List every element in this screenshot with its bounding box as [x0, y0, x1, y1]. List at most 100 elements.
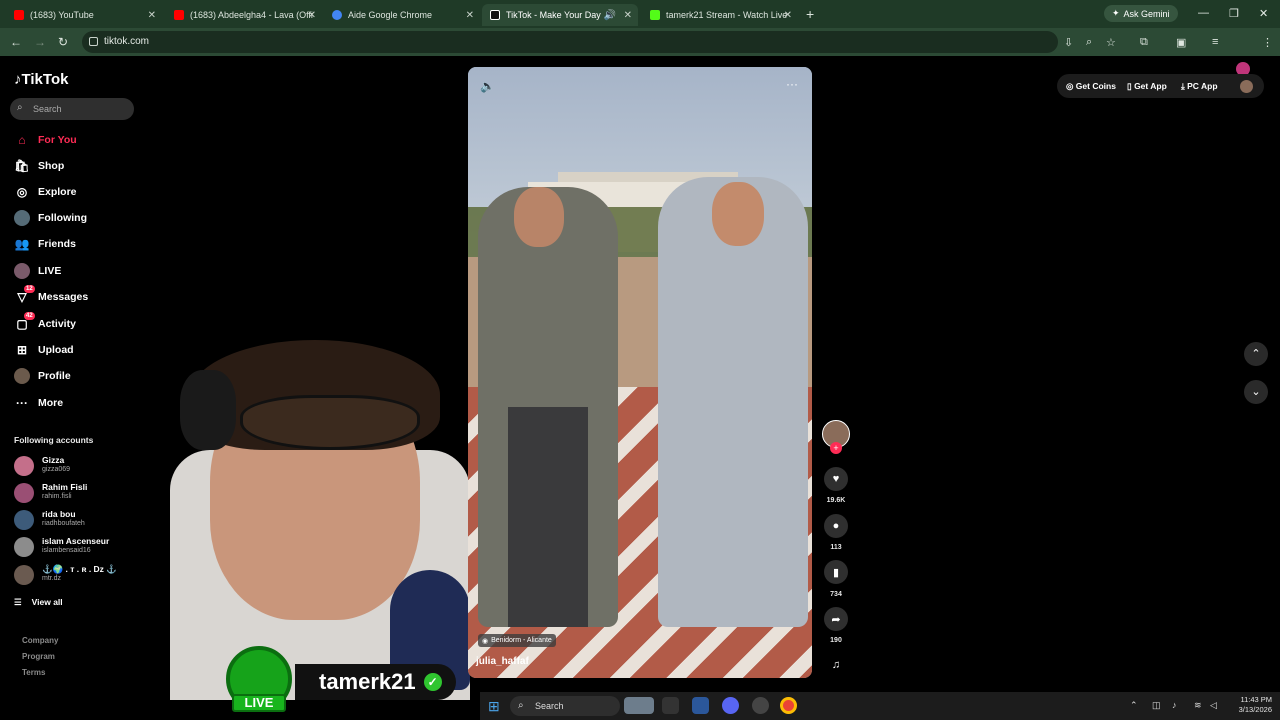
- youtube-icon: [14, 10, 24, 20]
- footer-link-terms[interactable]: Terms: [22, 668, 45, 677]
- bookmark-icon: ▮: [832, 566, 840, 579]
- tab-tiktok[interactable]: TikTok - Make Your Day 🔊 ✕: [482, 4, 638, 26]
- obs-icon[interactable]: [752, 697, 769, 714]
- video-person-right-head: [712, 182, 764, 246]
- previous-video-button[interactable]: ⌃: [1244, 342, 1268, 366]
- tray-chevron-icon[interactable]: ⌃: [1130, 700, 1138, 711]
- like-button[interactable]: ♥: [824, 467, 848, 491]
- tab-label: tamerk21 Stream - Watch Live: [666, 10, 788, 20]
- video-player[interactable]: 🔈 ··· ◉ Benidorm - Alicante julia_haffaf: [468, 67, 812, 678]
- window-close-button[interactable]: ✕: [1259, 7, 1268, 20]
- wifi-icon[interactable]: ≋: [1194, 700, 1202, 711]
- minimize-button[interactable]: —: [1198, 7, 1209, 19]
- close-icon[interactable]: ✕: [624, 10, 632, 21]
- tiktok-icon: [490, 10, 500, 20]
- footer-link-program[interactable]: Program: [22, 652, 55, 661]
- nav-more[interactable]: ··· More: [14, 394, 63, 412]
- heart-icon: ♥: [832, 473, 840, 485]
- close-icon[interactable]: ✕: [784, 10, 792, 21]
- nav-live[interactable]: LIVE: [14, 262, 61, 280]
- extensions-icon[interactable]: ⧉: [1140, 36, 1148, 49]
- live-label: LIVE: [232, 694, 286, 712]
- tray-app-icon[interactable]: ◫: [1152, 700, 1161, 711]
- tiktok-logo[interactable]: ♪TikTok: [14, 71, 68, 88]
- nav-friends[interactable]: 👥 Friends: [14, 235, 76, 253]
- music-disc-button[interactable]: ♫: [824, 653, 848, 677]
- comment-count: 113: [830, 544, 842, 551]
- nav-explore[interactable]: ◎ Explore: [14, 183, 77, 201]
- tab-kick-stream[interactable]: tamerk21 Stream - Watch Live ✕: [642, 4, 798, 26]
- video-person-left-head: [514, 187, 564, 247]
- new-tab-button[interactable]: +: [806, 6, 814, 22]
- search-icon: ⌕: [518, 700, 524, 711]
- next-video-button[interactable]: ⌄: [1244, 380, 1268, 404]
- video-more-icon[interactable]: ···: [786, 77, 798, 91]
- user-avatar[interactable]: [1240, 80, 1253, 93]
- tiktok-top-actions: ◎ Get Coins ▯ Get App ⤓ PC App: [1057, 74, 1264, 98]
- taskbar-search[interactable]: ⌕ Search: [510, 696, 620, 716]
- volume-tray-icon[interactable]: ◁: [1210, 700, 1217, 711]
- chrome-icon[interactable]: [780, 697, 797, 714]
- share-count: 190: [830, 637, 842, 644]
- task-view-icon[interactable]: [662, 697, 679, 714]
- location-tag[interactable]: ◉ Benidorm - Alicante: [478, 634, 556, 647]
- nav-activity[interactable]: ▢ 42 Activity: [14, 312, 76, 333]
- sunglasses: [240, 395, 420, 450]
- tray-mic-icon[interactable]: ♪: [1172, 700, 1177, 710]
- zoom-icon[interactable]: ⌕: [1086, 36, 1092, 49]
- nav-shop[interactable]: 🛍 Shop: [14, 157, 64, 175]
- more-icon: ···: [16, 396, 28, 410]
- install-icon[interactable]: ⇩: [1064, 36, 1073, 49]
- site-info-icon[interactable]: [89, 37, 98, 46]
- chrome-menu-icon[interactable]: ⋮: [1262, 36, 1273, 49]
- reload-button[interactable]: ↻: [58, 35, 68, 49]
- save-button[interactable]: ▮: [824, 560, 848, 584]
- taskbar-clock[interactable]: 11:43 PM 3/13/2026: [1222, 695, 1272, 715]
- address-bar[interactable]: tiktok.com: [82, 31, 1058, 53]
- get-coins-button[interactable]: ◎ Get Coins: [1066, 81, 1116, 92]
- tiktok-sidebar: ♪TikTok ⌕ Search ⌂ For You 🛍 Shop ◎ Explore…: [0, 58, 150, 698]
- word-icon[interactable]: [692, 697, 709, 714]
- footer-link-company[interactable]: Company: [22, 636, 58, 645]
- share-button[interactable]: ➦: [824, 607, 848, 631]
- close-icon[interactable]: ✕: [308, 10, 316, 21]
- reading-list-icon[interactable]: ≡: [1212, 36, 1218, 48]
- widgets-icon[interactable]: [624, 697, 654, 714]
- nav-upload[interactable]: ⊞ Upload: [14, 341, 74, 359]
- activity-badge: 42: [24, 312, 35, 320]
- speaker-icon[interactable]: 🔊: [604, 10, 616, 21]
- search-input[interactable]: ⌕ Search: [10, 98, 134, 120]
- location-pin-icon: ◉: [482, 637, 489, 645]
- back-button[interactable]: ←: [10, 35, 22, 49]
- forward-button[interactable]: →: [34, 35, 46, 49]
- bookmark-star-icon[interactable]: ☆: [1106, 36, 1116, 49]
- video-author-handle[interactable]: julia_haffaf: [476, 656, 529, 667]
- tab-youtube-lava[interactable]: (1683) Abdeelgha4 - Lava (Offi ✕: [166, 4, 322, 26]
- nav-following[interactable]: Following: [14, 209, 87, 227]
- discord-icon[interactable]: [722, 697, 739, 714]
- nav-for-you[interactable]: ⌂ For You: [14, 131, 76, 149]
- profile-icon: [14, 368, 30, 384]
- headphones: [180, 370, 236, 450]
- volume-icon[interactable]: 🔈: [480, 79, 495, 93]
- follow-plus-icon[interactable]: +: [830, 442, 842, 454]
- pc-app-button[interactable]: ⤓ PC App: [1181, 81, 1218, 92]
- nav-profile[interactable]: Profile: [14, 367, 71, 385]
- get-app-button[interactable]: ▯ Get App: [1127, 81, 1167, 92]
- close-icon[interactable]: ✕: [148, 10, 156, 21]
- nav-messages[interactable]: ▽ 12 Messages: [14, 285, 88, 306]
- browser-toolbar: ← → ↻ tiktok.com ⇩ ⌕ ☆ ⧉ ▣ ≡ ⋮: [0, 28, 1280, 76]
- phone-icon: ▯: [1127, 81, 1132, 91]
- google-icon: [332, 10, 342, 20]
- ask-gemini-button[interactable]: ✦ Ask Gemini: [1104, 5, 1178, 22]
- tab-chrome-help[interactable]: Aide Google Chrome ✕: [324, 4, 480, 26]
- streamer-webcam-overlay: [150, 330, 470, 700]
- tab-youtube[interactable]: (1683) YouTube ✕: [6, 4, 162, 26]
- windows-start-icon[interactable]: ⊞: [488, 698, 500, 715]
- youtube-icon: [174, 10, 184, 20]
- comment-button[interactable]: ●: [824, 514, 848, 538]
- maximize-button[interactable]: ❐: [1229, 7, 1239, 20]
- close-icon[interactable]: ✕: [466, 10, 474, 21]
- split-view-icon[interactable]: ▣: [1176, 36, 1186, 49]
- view-all-link[interactable]: ☰ View all: [14, 597, 63, 608]
